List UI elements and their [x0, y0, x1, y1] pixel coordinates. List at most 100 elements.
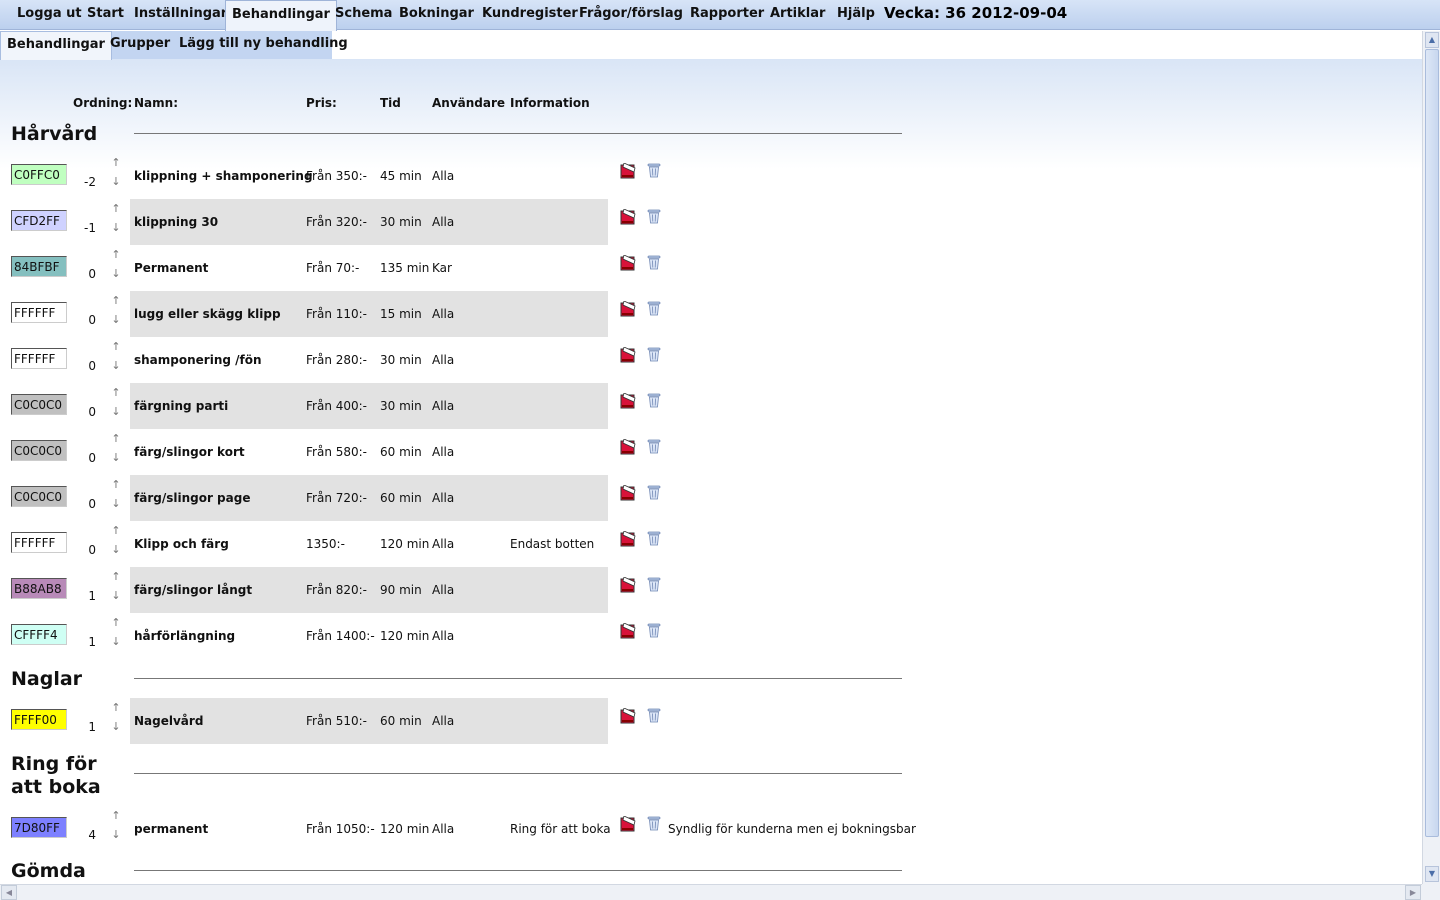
treatment-user: Kar — [432, 261, 452, 275]
nav-start[interactable]: Start — [87, 0, 124, 30]
scroll-up-button[interactable]: ▲ — [1425, 32, 1439, 48]
arrow-down-icon[interactable]: ↓ — [110, 829, 122, 841]
color-field[interactable] — [11, 709, 67, 730]
tab-add-treatment[interactable]: Lägg till ny behandling — [179, 31, 348, 59]
arrow-up-icon[interactable]: ↑ — [110, 203, 122, 215]
arrow-down-icon[interactable]: ↓ — [110, 590, 122, 602]
treatment-user: Alla — [432, 822, 455, 836]
nav-customers[interactable]: Kundregister — [482, 0, 578, 30]
arrow-up-icon[interactable]: ↑ — [110, 571, 122, 583]
scrollbar-corner — [1422, 884, 1440, 900]
edit-icon[interactable] — [620, 162, 636, 179]
arrow-down-icon[interactable]: ↓ — [110, 406, 122, 418]
edit-icon[interactable] — [620, 622, 636, 639]
trash-icon[interactable] — [647, 346, 661, 362]
color-field[interactable] — [11, 817, 67, 838]
nav-questions[interactable]: Frågor/förslag — [579, 0, 683, 30]
arrow-up-icon[interactable]: ↑ — [110, 157, 122, 169]
treatment-time: 120 min — [380, 537, 430, 551]
treatment-time: 60 min — [380, 714, 422, 728]
tab-groups[interactable]: Grupper — [110, 31, 170, 59]
horizontal-scrollbar[interactable]: ◀ ▶ — [0, 884, 1422, 900]
scroll-left-button[interactable]: ◀ — [1, 885, 17, 900]
color-field[interactable] — [11, 210, 67, 231]
edit-icon[interactable] — [620, 208, 636, 225]
arrow-up-icon[interactable]: ↑ — [110, 479, 122, 491]
arrow-up-icon[interactable]: ↑ — [110, 525, 122, 537]
trash-icon[interactable] — [647, 254, 661, 270]
nav-treatments[interactable]: Behandlingar — [225, 0, 337, 31]
edit-icon[interactable] — [620, 254, 636, 271]
color-field[interactable] — [11, 578, 67, 599]
nav-help[interactable]: Hjälp — [837, 0, 875, 30]
trash-icon[interactable] — [647, 162, 661, 178]
arrow-up-icon[interactable]: ↑ — [110, 433, 122, 445]
trash-icon[interactable] — [647, 438, 661, 454]
treatment-extra-info: Syndlig för kunderna men ej bokningsbar — [668, 822, 916, 836]
group-divider — [134, 773, 902, 774]
color-field[interactable] — [11, 348, 67, 369]
trash-icon[interactable] — [647, 392, 661, 408]
edit-icon[interactable] — [620, 576, 636, 593]
color-field[interactable] — [11, 394, 67, 415]
trash-icon[interactable] — [647, 208, 661, 224]
arrow-down-icon[interactable]: ↓ — [110, 498, 122, 510]
trash-icon[interactable] — [647, 300, 661, 316]
trash-icon[interactable] — [647, 530, 661, 546]
arrow-down-icon[interactable]: ↓ — [110, 721, 122, 733]
arrow-up-icon[interactable]: ↑ — [110, 249, 122, 261]
arrow-up-icon[interactable]: ↑ — [110, 810, 122, 822]
edit-icon[interactable] — [620, 438, 636, 455]
edit-icon[interactable] — [620, 300, 636, 317]
nav-articles[interactable]: Artiklar — [770, 0, 825, 30]
nav-schedule[interactable]: Schema — [335, 0, 392, 30]
arrow-down-icon[interactable]: ↓ — [110, 222, 122, 234]
edit-icon[interactable] — [620, 815, 636, 832]
nav-settings[interactable]: Inställningar — [134, 0, 227, 30]
arrow-down-icon[interactable]: ↓ — [110, 636, 122, 648]
trash-icon[interactable] — [647, 707, 661, 723]
trash-icon[interactable] — [647, 484, 661, 500]
scroll-right-button[interactable]: ▶ — [1405, 885, 1421, 900]
arrow-up-icon[interactable]: ↑ — [110, 617, 122, 629]
arrow-down-icon[interactable]: ↓ — [110, 176, 122, 188]
arrow-up-icon[interactable]: ↑ — [110, 387, 122, 399]
arrow-up-icon[interactable]: ↑ — [110, 341, 122, 353]
arrow-down-icon[interactable]: ↓ — [110, 360, 122, 372]
arrow-down-icon[interactable]: ↓ — [110, 314, 122, 326]
arrow-down-icon[interactable]: ↓ — [110, 544, 122, 556]
arrow-up-icon[interactable]: ↑ — [110, 702, 122, 714]
treatment-name: färg/slingor långt — [134, 583, 253, 597]
color-field[interactable] — [11, 624, 67, 645]
arrow-down-icon[interactable]: ↓ — [110, 452, 122, 464]
tab-treatments[interactable]: Behandlingar — [0, 31, 112, 60]
edit-icon[interactable] — [620, 392, 636, 409]
edit-icon[interactable] — [620, 346, 636, 363]
arrow-down-icon[interactable]: ↓ — [110, 268, 122, 280]
edit-icon[interactable] — [620, 530, 636, 547]
color-field[interactable] — [11, 302, 67, 323]
column-header-name: Namn: — [134, 96, 178, 110]
color-field[interactable] — [11, 164, 67, 185]
column-header-price: Pris: — [306, 96, 337, 110]
color-field[interactable] — [11, 486, 67, 507]
trash-icon[interactable] — [647, 815, 661, 831]
vertical-scrollbar[interactable]: ▲ ▼ — [1422, 31, 1440, 884]
color-field[interactable] — [11, 532, 67, 553]
color-field[interactable] — [11, 256, 67, 277]
nav-logout[interactable]: Logga ut — [17, 0, 82, 30]
order-value: 1 — [88, 635, 96, 649]
scroll-down-button[interactable]: ▼ — [1425, 866, 1439, 882]
table-row: -2 ↑ ↓ klippning + shamponeringFrån 350:- 45… — [0, 153, 910, 199]
trash-icon[interactable] — [647, 622, 661, 638]
arrow-up-icon[interactable]: ↑ — [110, 295, 122, 307]
edit-icon[interactable] — [620, 707, 636, 724]
nav-reports[interactable]: Rapporter — [690, 0, 764, 30]
color-field[interactable] — [11, 440, 67, 461]
edit-icon[interactable] — [620, 484, 636, 501]
scroll-thumb[interactable] — [1425, 49, 1439, 837]
table-row: 0 ↑ ↓ färg/slingor kort Från 580:- 60 min Alla — [0, 429, 910, 475]
nav-bookings[interactable]: Bokningar — [399, 0, 474, 30]
trash-icon[interactable] — [647, 576, 661, 592]
treatment-user: Alla — [432, 215, 455, 229]
